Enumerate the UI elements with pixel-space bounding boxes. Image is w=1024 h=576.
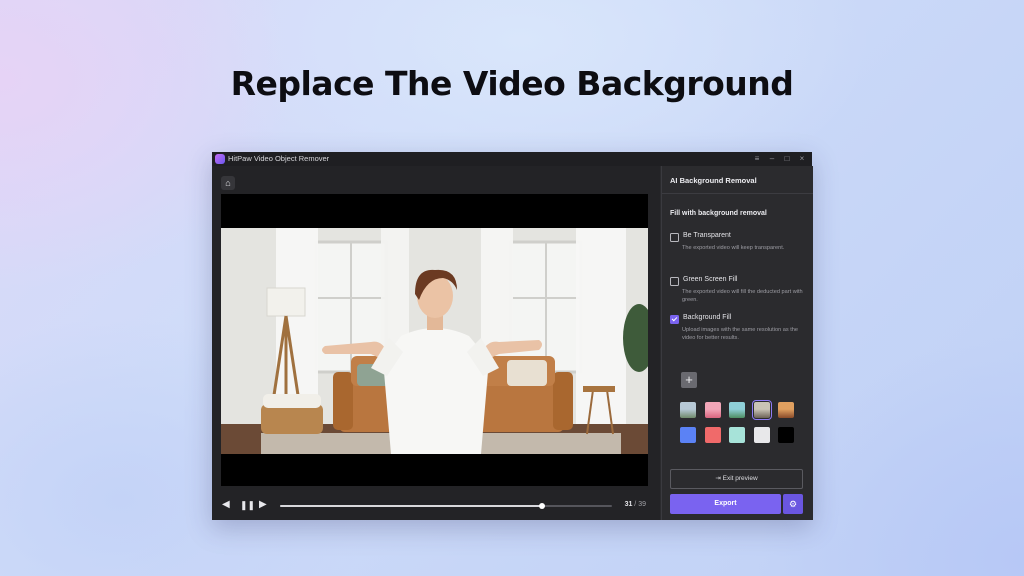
app-logo-icon xyxy=(215,154,225,164)
background-image-swatch-autumn-scene[interactable] xyxy=(778,402,794,418)
option-label: Green Screen Fill xyxy=(683,276,738,283)
settings-panel: AI Background Removal Fill with backgrou… xyxy=(661,166,813,520)
app-title: HitPaw Video Object Remover xyxy=(228,154,330,163)
export-button[interactable]: Export xyxy=(670,494,781,514)
app-window: HitPaw Video Object Remover ≡ – □ × ⌂ ◀ … xyxy=(212,152,813,520)
background-color-swatch[interactable] xyxy=(704,427,721,443)
option-description: The exported video will fill the deducte… xyxy=(682,289,803,303)
section-title: Fill with background removal xyxy=(670,210,767,217)
background-fill-checkbox[interactable] xyxy=(670,315,679,324)
maximize-icon[interactable]: □ xyxy=(781,153,793,165)
background-image-swatch-pink-sunset[interactable] xyxy=(704,402,721,418)
background-image-swatch-room-interior[interactable] xyxy=(751,400,772,420)
home-icon[interactable]: ⌂ xyxy=(221,176,235,190)
headline: Replace The Video Background xyxy=(230,64,794,103)
frame-counter: 31 / 39 xyxy=(625,501,646,508)
exit-preview-label: Exit preview xyxy=(722,475,758,482)
next-frame-icon[interactable]: ▶ xyxy=(259,499,267,511)
playback-controls: ◀ ❚❚ ▶ 31 / 39 xyxy=(212,492,660,520)
preview-pane: ⌂ ◀ ❚❚ ▶ 31 / 39 xyxy=(212,166,660,520)
background-color-swatch[interactable] xyxy=(729,427,745,443)
exit-preview-icon: ⇥ xyxy=(715,475,721,482)
exit-preview-button[interactable]: ⇥ Exit preview xyxy=(670,469,803,489)
progress-fill xyxy=(280,505,543,507)
be-transparent-checkbox[interactable] xyxy=(670,233,679,242)
total-frames: 39 xyxy=(638,501,646,508)
minimize-icon[interactable]: – xyxy=(766,153,778,165)
background-image-swatch-mountain-lake[interactable] xyxy=(680,402,696,418)
background-color-swatch[interactable] xyxy=(778,427,794,443)
video-frame-image xyxy=(221,228,648,454)
image-swatch-row xyxy=(680,400,810,420)
living-room-scene xyxy=(221,228,648,454)
background-image-swatch-palm-beach[interactable] xyxy=(729,402,745,418)
progress-bar[interactable] xyxy=(280,503,612,509)
panel-title: AI Background Removal xyxy=(670,176,757,185)
progress-thumb[interactable] xyxy=(539,503,546,509)
background-color-swatch[interactable] xyxy=(753,427,770,443)
panel-divider xyxy=(662,193,813,194)
close-icon[interactable]: × xyxy=(796,153,808,165)
color-swatch-row xyxy=(680,427,810,445)
add-image-button[interactable]: + xyxy=(681,372,697,388)
option-description: The exported video will keep transparent… xyxy=(682,245,785,251)
video-preview xyxy=(221,194,648,486)
title-bar: HitPaw Video Object Remover ≡ – □ × xyxy=(212,152,812,166)
option-description: Upload images with the same resolution a… xyxy=(682,327,798,341)
settings-gear-icon[interactable]: ⚙ xyxy=(783,494,803,514)
option-label: Be Transparent xyxy=(683,232,731,239)
menu-icon[interactable]: ≡ xyxy=(751,153,763,165)
pause-icon[interactable]: ❚❚ xyxy=(240,499,255,511)
background-color-swatch[interactable] xyxy=(680,427,696,443)
green-screen-checkbox[interactable] xyxy=(670,277,679,286)
prev-frame-icon[interactable]: ◀ xyxy=(222,499,230,511)
option-label: Background Fill xyxy=(683,314,732,321)
